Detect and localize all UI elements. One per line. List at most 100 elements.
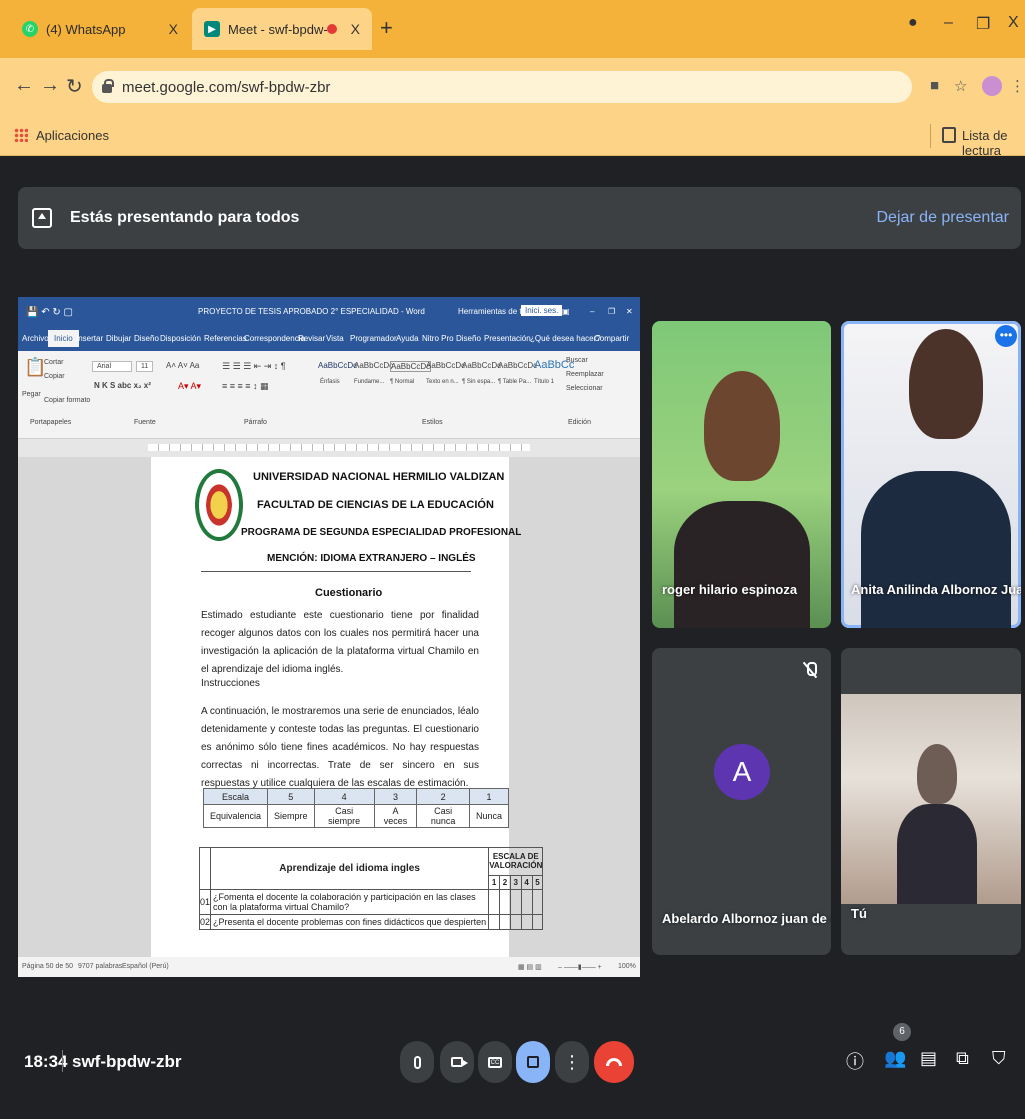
participant-tile[interactable]: ••• Anita Anilinda Albornoz Juan ... <box>841 321 1021 628</box>
leave-call-button[interactable] <box>594 1041 634 1083</box>
camera-button[interactable] <box>440 1041 474 1083</box>
select-button[interactable]: Seleccionar <box>566 385 603 392</box>
participant-video <box>909 329 983 439</box>
language[interactable]: Español (Perú) <box>122 963 169 970</box>
apps-grid-icon[interactable] <box>14 128 28 142</box>
close-tab-button[interactable]: X <box>169 21 178 37</box>
tab-correspondencia[interactable]: Correspondencia <box>244 334 305 343</box>
tab-insertar[interactable]: Insertar <box>76 334 103 343</box>
tab-programador[interactable]: Programador <box>350 334 397 343</box>
style-sample-3[interactable]: AaBbCcDc <box>390 361 432 372</box>
restore-button[interactable]: ❐ <box>608 307 615 316</box>
style-sample-1[interactable]: AaBbCcDc <box>318 361 357 370</box>
table-cell[interactable] <box>509 914 522 930</box>
tab-vista[interactable]: Vista <box>326 334 344 343</box>
copy-button[interactable]: Copiar <box>44 373 65 380</box>
font-name-select[interactable]: Arial <box>92 361 132 372</box>
bookmark-star-icon[interactable]: ☆ <box>954 77 967 95</box>
browser-menu-icon[interactable]: ⋮ <box>1010 77 1025 95</box>
reading-list-link[interactable]: Lista de lectura <box>962 128 1025 158</box>
view-icons[interactable]: ▦ ▤ ▥ <box>518 963 542 971</box>
format-painter-button[interactable]: Copiar formato <box>44 397 90 404</box>
find-button[interactable]: Buscar <box>566 357 588 364</box>
cut-button[interactable]: Cortar <box>44 359 63 366</box>
new-tab-button[interactable]: + <box>380 15 393 41</box>
captions-button[interactable]: CC <box>478 1041 512 1083</box>
bookmark-apps[interactable]: Aplicaciones <box>36 128 109 143</box>
tab-presentacion[interactable]: Presentación <box>484 334 531 343</box>
paste-button[interactable]: Pegar <box>22 391 41 398</box>
forward-arrow-icon[interactable]: → <box>40 74 60 97</box>
font-color-icon[interactable]: A▾ A▾ <box>178 381 201 392</box>
style-sample-2[interactable]: AaBbCcDc <box>354 361 393 370</box>
tab-revisar[interactable]: Revisar <box>298 334 325 343</box>
close-window-button[interactable]: X <box>1008 14 1019 32</box>
ribbon-display-icon[interactable]: ▣ <box>562 307 570 316</box>
tab-diseno-tabla[interactable]: Diseño <box>456 334 481 343</box>
align-icons[interactable]: ≡ ≡ ≡ ≡ ↕ ▦ <box>222 381 269 392</box>
list-icons[interactable]: ☰ ☰ ☰ ⇤ ⇥ ↕ ¶ <box>222 361 286 372</box>
tab-whatsapp[interactable]: ✆ (4) WhatsApp X <box>10 8 190 50</box>
address-bar[interactable]: meet.google.com/swf-bpdw-zbr <box>92 71 912 103</box>
tab-diseno[interactable]: Diseño <box>134 334 159 343</box>
tab-ayuda[interactable]: Ayuda <box>396 334 419 343</box>
document-page[interactable]: UNIVERSIDAD NACIONAL HERMILIO VALDIZAN F… <box>151 457 544 957</box>
reading-list-icon[interactable] <box>942 127 956 143</box>
font-grow-shrink-icons[interactable]: A˄ A˅ Aa <box>166 361 199 370</box>
font-size-select[interactable]: 11 <box>136 361 154 372</box>
more-options-button[interactable]: ⋮ <box>555 1041 589 1083</box>
zoom-level[interactable]: 100% <box>618 963 636 970</box>
profile-dot-icon[interactable]: ● <box>908 14 918 32</box>
table-cell[interactable] <box>499 914 511 930</box>
tab-inicio[interactable]: Inicio <box>48 330 79 347</box>
font-format-icons[interactable]: N K S abc x₂ x² <box>94 381 151 390</box>
activities-icon[interactable]: ⧉ <box>956 1048 969 1069</box>
participant-tile[interactable]: A Abelardo Albornoz juan de dios <box>652 648 831 955</box>
chat-icon[interactable]: ▤ <box>920 1048 937 1069</box>
avatar[interactable] <box>982 76 1002 96</box>
minimize-button[interactable]: – <box>944 14 953 32</box>
tab-nitro-pro[interactable]: Nitro Pro <box>422 334 454 343</box>
back-arrow-icon[interactable]: ← <box>14 74 34 97</box>
minimize-button[interactable]: – <box>590 307 594 316</box>
table-cell[interactable] <box>531 889 544 915</box>
instructions-label: Instrucciones <box>201 678 260 689</box>
meeting-info-icon[interactable]: ⓘ <box>846 1048 864 1074</box>
table-cell[interactable] <box>509 889 522 915</box>
restore-button[interactable]: ❐ <box>976 14 990 34</box>
replace-button[interactable]: Reemplazar <box>566 371 604 378</box>
tab-referencias[interactable]: Referencias <box>204 334 247 343</box>
tab-meet[interactable]: ▶ Meet - swf-bpdw-zbr X <box>192 8 372 50</box>
table-cell[interactable] <box>499 889 511 915</box>
host-controls-icon[interactable]: ⛉ <box>992 1048 1006 1069</box>
sign-in-button[interactable]: Inici. ses. <box>521 305 563 316</box>
table-cell[interactable] <box>488 889 501 915</box>
participant-tile[interactable]: roger hilario espinoza <box>652 321 831 628</box>
tab-archivo[interactable]: Archivo <box>22 334 49 343</box>
zoom-slider[interactable]: – ——▮—— + <box>558 963 602 971</box>
reload-icon[interactable]: ↻ <box>66 74 83 99</box>
close-tab-button[interactable]: X <box>351 21 360 37</box>
group-label-clipboard: Portapapeles <box>30 419 72 426</box>
close-window-button[interactable]: ✕ <box>626 307 633 316</box>
more-options-icon[interactable]: ••• <box>995 325 1017 347</box>
table-cell[interactable] <box>520 914 533 930</box>
table-cell[interactable] <box>488 914 501 930</box>
people-icon[interactable]: 👥 <box>884 1048 906 1069</box>
horizontal-ruler[interactable] <box>18 439 640 457</box>
present-button[interactable] <box>516 1041 550 1083</box>
camera-indicator-icon[interactable]: ■ <box>930 77 939 94</box>
share-button[interactable]: Compartir <box>594 334 629 343</box>
table-cell[interactable] <box>531 914 544 930</box>
style-sample-4[interactable]: AaBbCcDc <box>426 361 465 370</box>
style-sample-6[interactable]: AaBbCcDc <box>498 361 537 370</box>
tab-dibujar[interactable]: Dibujar <box>106 334 131 343</box>
style-sample-5[interactable]: AaBbCcDc <box>462 361 501 370</box>
tell-me-search[interactable]: ¿Qué desea hacer? <box>530 334 601 343</box>
table-cell[interactable] <box>520 889 533 915</box>
stop-presenting-button[interactable]: Dejar de presentar <box>876 209 1009 227</box>
tab-disposicion[interactable]: Disposición <box>160 334 201 343</box>
quick-access-icons[interactable]: 💾 ↶ ↻ ▢ <box>26 307 73 318</box>
microphone-button[interactable] <box>400 1041 434 1083</box>
participant-tile-self[interactable]: Tú <box>841 648 1021 955</box>
